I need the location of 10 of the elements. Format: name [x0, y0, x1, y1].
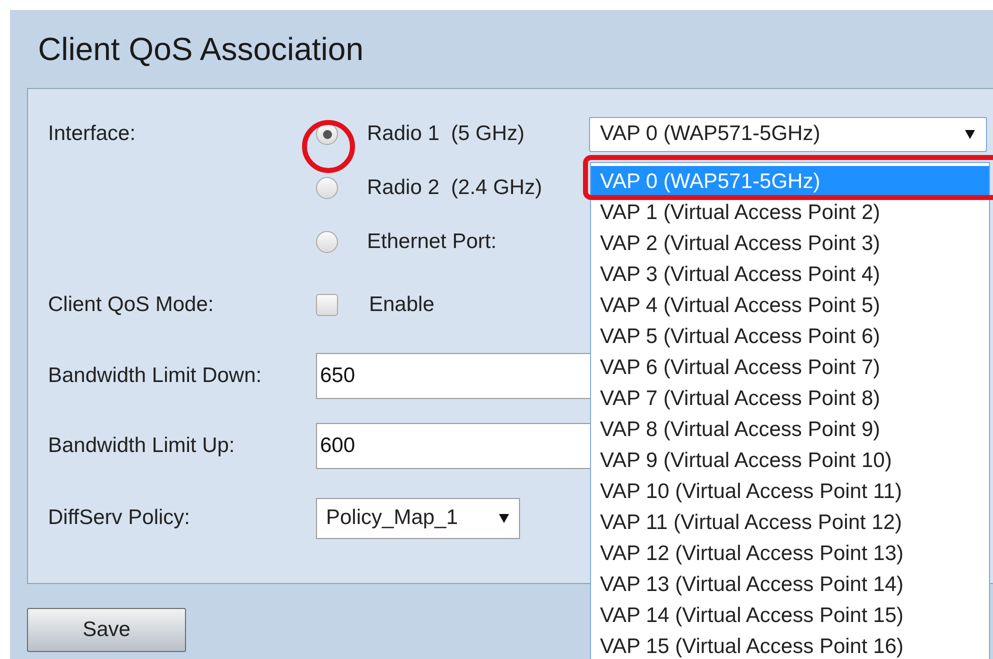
- field-label: Bandwidth Limit Up:: [48, 434, 235, 458]
- field-label: Interface:: [48, 122, 136, 146]
- checkbox-label: Enable: [369, 292, 434, 318]
- field-label: Client QoS Mode:: [48, 293, 214, 316]
- page-title: Client QoS Association: [37, 30, 364, 69]
- radio-label: Radio 1 (5 GHz): [367, 121, 526, 148]
- radio-label: Ethernet Port:: [367, 229, 498, 256]
- field-label: DiffServ Policy:: [48, 506, 190, 530]
- radio-label: Radio 2 (2.4 GHz): [367, 175, 544, 202]
- field-label: Bandwidth Limit Down:: [48, 364, 262, 388]
